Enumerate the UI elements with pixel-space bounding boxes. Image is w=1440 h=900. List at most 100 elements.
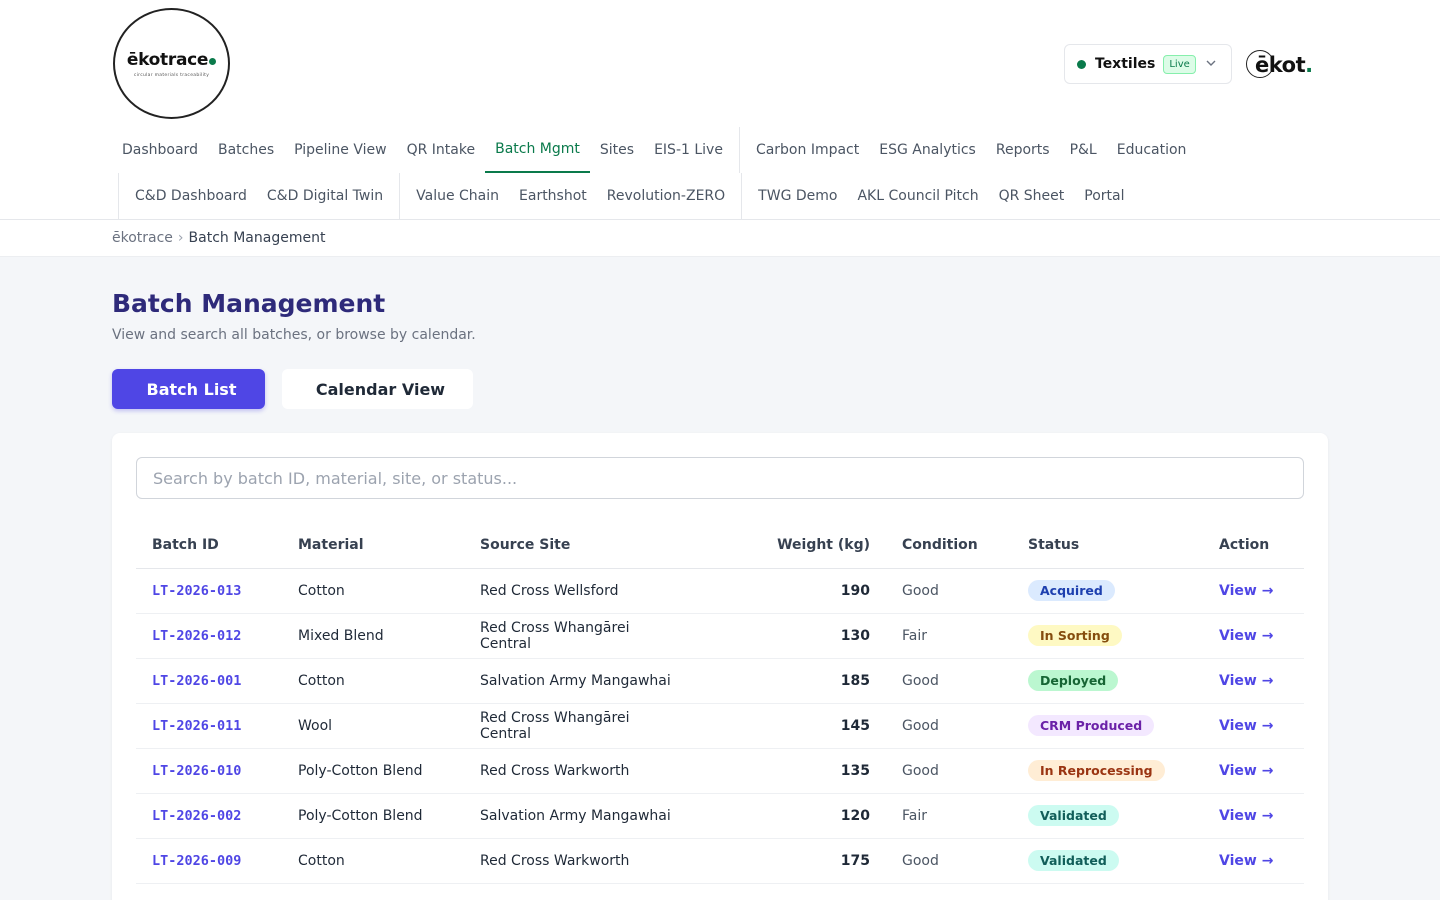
batch-list-view-button[interactable]: Batch List — [112, 369, 265, 409]
batch-search-input[interactable] — [136, 457, 1304, 499]
cell-batch-id: LT-2026-001 — [136, 658, 282, 704]
nav-item-qr-sheet[interactable]: QR Sheet — [989, 173, 1075, 219]
nav-item-revolution-zero[interactable]: Revolution-ZERO — [597, 173, 735, 219]
cell-batch-id: LT-2026-011 — [136, 703, 282, 749]
nav-item-value-chain[interactable]: Value Chain — [406, 173, 509, 219]
cell-status: In Reprocessing — [1012, 748, 1203, 794]
nav-item-qr-intake[interactable]: QR Intake — [397, 127, 486, 173]
nav-item-portal[interactable]: Portal — [1074, 173, 1134, 219]
cell-action: View → — [1203, 793, 1304, 839]
col-material[interactable]: Material — [282, 522, 464, 569]
nav-item-candd-dashboard[interactable]: C&D Dashboard — [125, 173, 257, 219]
cell-status: CRM Produced — [1012, 703, 1203, 749]
cell-status: In Sorting — [1012, 613, 1203, 659]
col-condition[interactable]: Condition — [886, 522, 1012, 569]
calendar-view-button[interactable]: Calendar View — [282, 369, 473, 409]
col-batch-id[interactable]: Batch ID — [136, 522, 282, 569]
cell-material: Poly-Cotton Blend — [282, 748, 464, 794]
col-status[interactable]: Status — [1012, 522, 1203, 569]
col-action: Action — [1203, 522, 1304, 569]
cell-action: View → — [1203, 658, 1304, 704]
secondary-nav: C&D Dashboard C&D Digital Twin Value Chain… — [112, 173, 1135, 219]
status-badge: Validated — [1028, 850, 1119, 871]
col-source-site[interactable]: Source Site — [464, 522, 699, 569]
status-badge: In Reprocessing — [1028, 760, 1165, 781]
table-header-row: Batch ID Material Source Site Weight (kg… — [136, 522, 1304, 569]
nav-item-sites[interactable]: Sites — [590, 127, 644, 173]
batch-id-link[interactable]: LT-2026-012 — [152, 628, 241, 644]
nav-separator — [118, 173, 119, 219]
nav-item-pipeline-view[interactable]: Pipeline View — [284, 127, 396, 173]
cell-condition: Good — [886, 658, 1012, 704]
cell-status: Validated — [1012, 793, 1203, 839]
nav-item-batches[interactable]: Batches — [208, 127, 284, 173]
page-subtitle: View and search all batches, or browse b… — [112, 327, 476, 343]
nav-item-akl-council-pitch[interactable]: AKL Council Pitch — [847, 173, 988, 219]
col-weight[interactable]: Weight (kg) — [699, 522, 886, 569]
live-badge: Live — [1163, 54, 1196, 74]
cell-material: Poly-Cotton Blend — [282, 793, 464, 839]
table-row: LT-2026-013 Cotton Red Cross Wellsford 190 G… — [136, 568, 1304, 614]
cell-action: View → — [1203, 703, 1304, 749]
app-header: ēkotrace circular materials traceability… — [0, 0, 1440, 220]
logo-tagline: circular materials traceability — [133, 72, 210, 78]
nav-item-dashboard[interactable]: Dashboard — [112, 127, 208, 173]
sector-label: Textiles — [1095, 56, 1156, 72]
batch-id-link[interactable]: LT-2026-010 — [152, 763, 241, 779]
cell-source-site: Salvation Army Mangawhai — [464, 793, 699, 839]
cell-weight: 120 — [699, 793, 886, 839]
table-row: LT-2026-009 Cotton Red Cross Warkworth 175 G… — [136, 838, 1304, 884]
breadcrumb-home[interactable]: ēkotrace — [112, 230, 173, 246]
nav-item-batch-mgmt[interactable]: Batch Mgmt — [485, 127, 590, 173]
cell-batch-id: LT-2026-010 — [136, 748, 282, 794]
nav-item-twg-demo[interactable]: TWG Demo — [748, 173, 847, 219]
batch-id-link[interactable]: LT-2026-011 — [152, 718, 241, 734]
cell-status: Acquired — [1012, 568, 1203, 614]
breadcrumb-separator: › — [177, 230, 184, 246]
logo-wordmark: ēkotrace — [127, 50, 217, 70]
view-batch-link[interactable]: View → — [1219, 763, 1273, 779]
nav-item-eis-1-live[interactable]: EIS-1 Live — [644, 127, 733, 173]
nav-item-pandl[interactable]: P&L — [1060, 127, 1107, 173]
cell-material: Mixed Blend — [282, 613, 464, 659]
cell-weight: 130 — [699, 613, 886, 659]
cell-condition: Fair — [886, 613, 1012, 659]
cell-status: Deployed — [1012, 658, 1203, 704]
status-badge: In Sorting — [1028, 625, 1122, 646]
sector-selector[interactable]: Textiles Live — [1064, 44, 1232, 84]
table-row: LT-2026-010 Poly-Cotton Blend Red Cross Wa… — [136, 748, 1304, 794]
cell-source-site: Red Cross Warkworth — [464, 838, 699, 884]
nav-item-earthshot[interactable]: Earthshot — [509, 173, 597, 219]
page-title: Batch Management — [112, 289, 386, 318]
batch-id-link[interactable]: LT-2026-009 — [152, 853, 241, 869]
view-batch-link[interactable]: View → — [1219, 718, 1273, 734]
batch-id-link[interactable]: LT-2026-002 — [152, 808, 241, 824]
cell-material: Cotton — [282, 568, 464, 614]
view-batch-link[interactable]: View → — [1219, 853, 1273, 869]
cell-status: Validated — [1012, 838, 1203, 884]
nav-item-carbon-impact[interactable]: Carbon Impact — [746, 127, 869, 173]
cell-batch-id: LT-2026-009 — [136, 838, 282, 884]
view-batch-link[interactable]: View → — [1219, 673, 1273, 689]
primary-nav: Dashboard Batches Pipeline View QR Intake Ba… — [112, 127, 1196, 173]
nav-item-education[interactable]: Education — [1107, 127, 1197, 173]
nav-item-reports[interactable]: Reports — [986, 127, 1060, 173]
cell-condition: Good — [886, 568, 1012, 614]
cell-source-site: Red Cross Whangārei Central — [464, 703, 699, 749]
view-batch-link[interactable]: View → — [1219, 628, 1273, 644]
cell-condition: Good — [886, 703, 1012, 749]
cell-source-site: Red Cross Wellsford — [464, 568, 699, 614]
cell-source-site: Red Cross Warkworth — [464, 748, 699, 794]
status-badge: Acquired — [1028, 580, 1115, 601]
table-row: LT-2026-011 Wool Red Cross Whangārei Centr… — [136, 703, 1304, 749]
view-batch-link[interactable]: View → — [1219, 808, 1273, 824]
cell-source-site: Salvation Army Mangawhai — [464, 658, 699, 704]
batch-id-link[interactable]: LT-2026-013 — [152, 583, 241, 599]
nav-item-candd-digital-twin[interactable]: C&D Digital Twin — [257, 173, 393, 219]
nav-item-esg-analytics[interactable]: ESG Analytics — [869, 127, 986, 173]
cell-batch-id: LT-2026-012 — [136, 613, 282, 659]
ekotrace-logo[interactable]: ēkotrace circular materials traceability — [113, 8, 230, 119]
table-row: LT-2026-001 Cotton Salvation Army Mangawha… — [136, 658, 1304, 704]
batch-id-link[interactable]: LT-2026-001 — [152, 673, 241, 689]
view-batch-link[interactable]: View → — [1219, 583, 1273, 599]
